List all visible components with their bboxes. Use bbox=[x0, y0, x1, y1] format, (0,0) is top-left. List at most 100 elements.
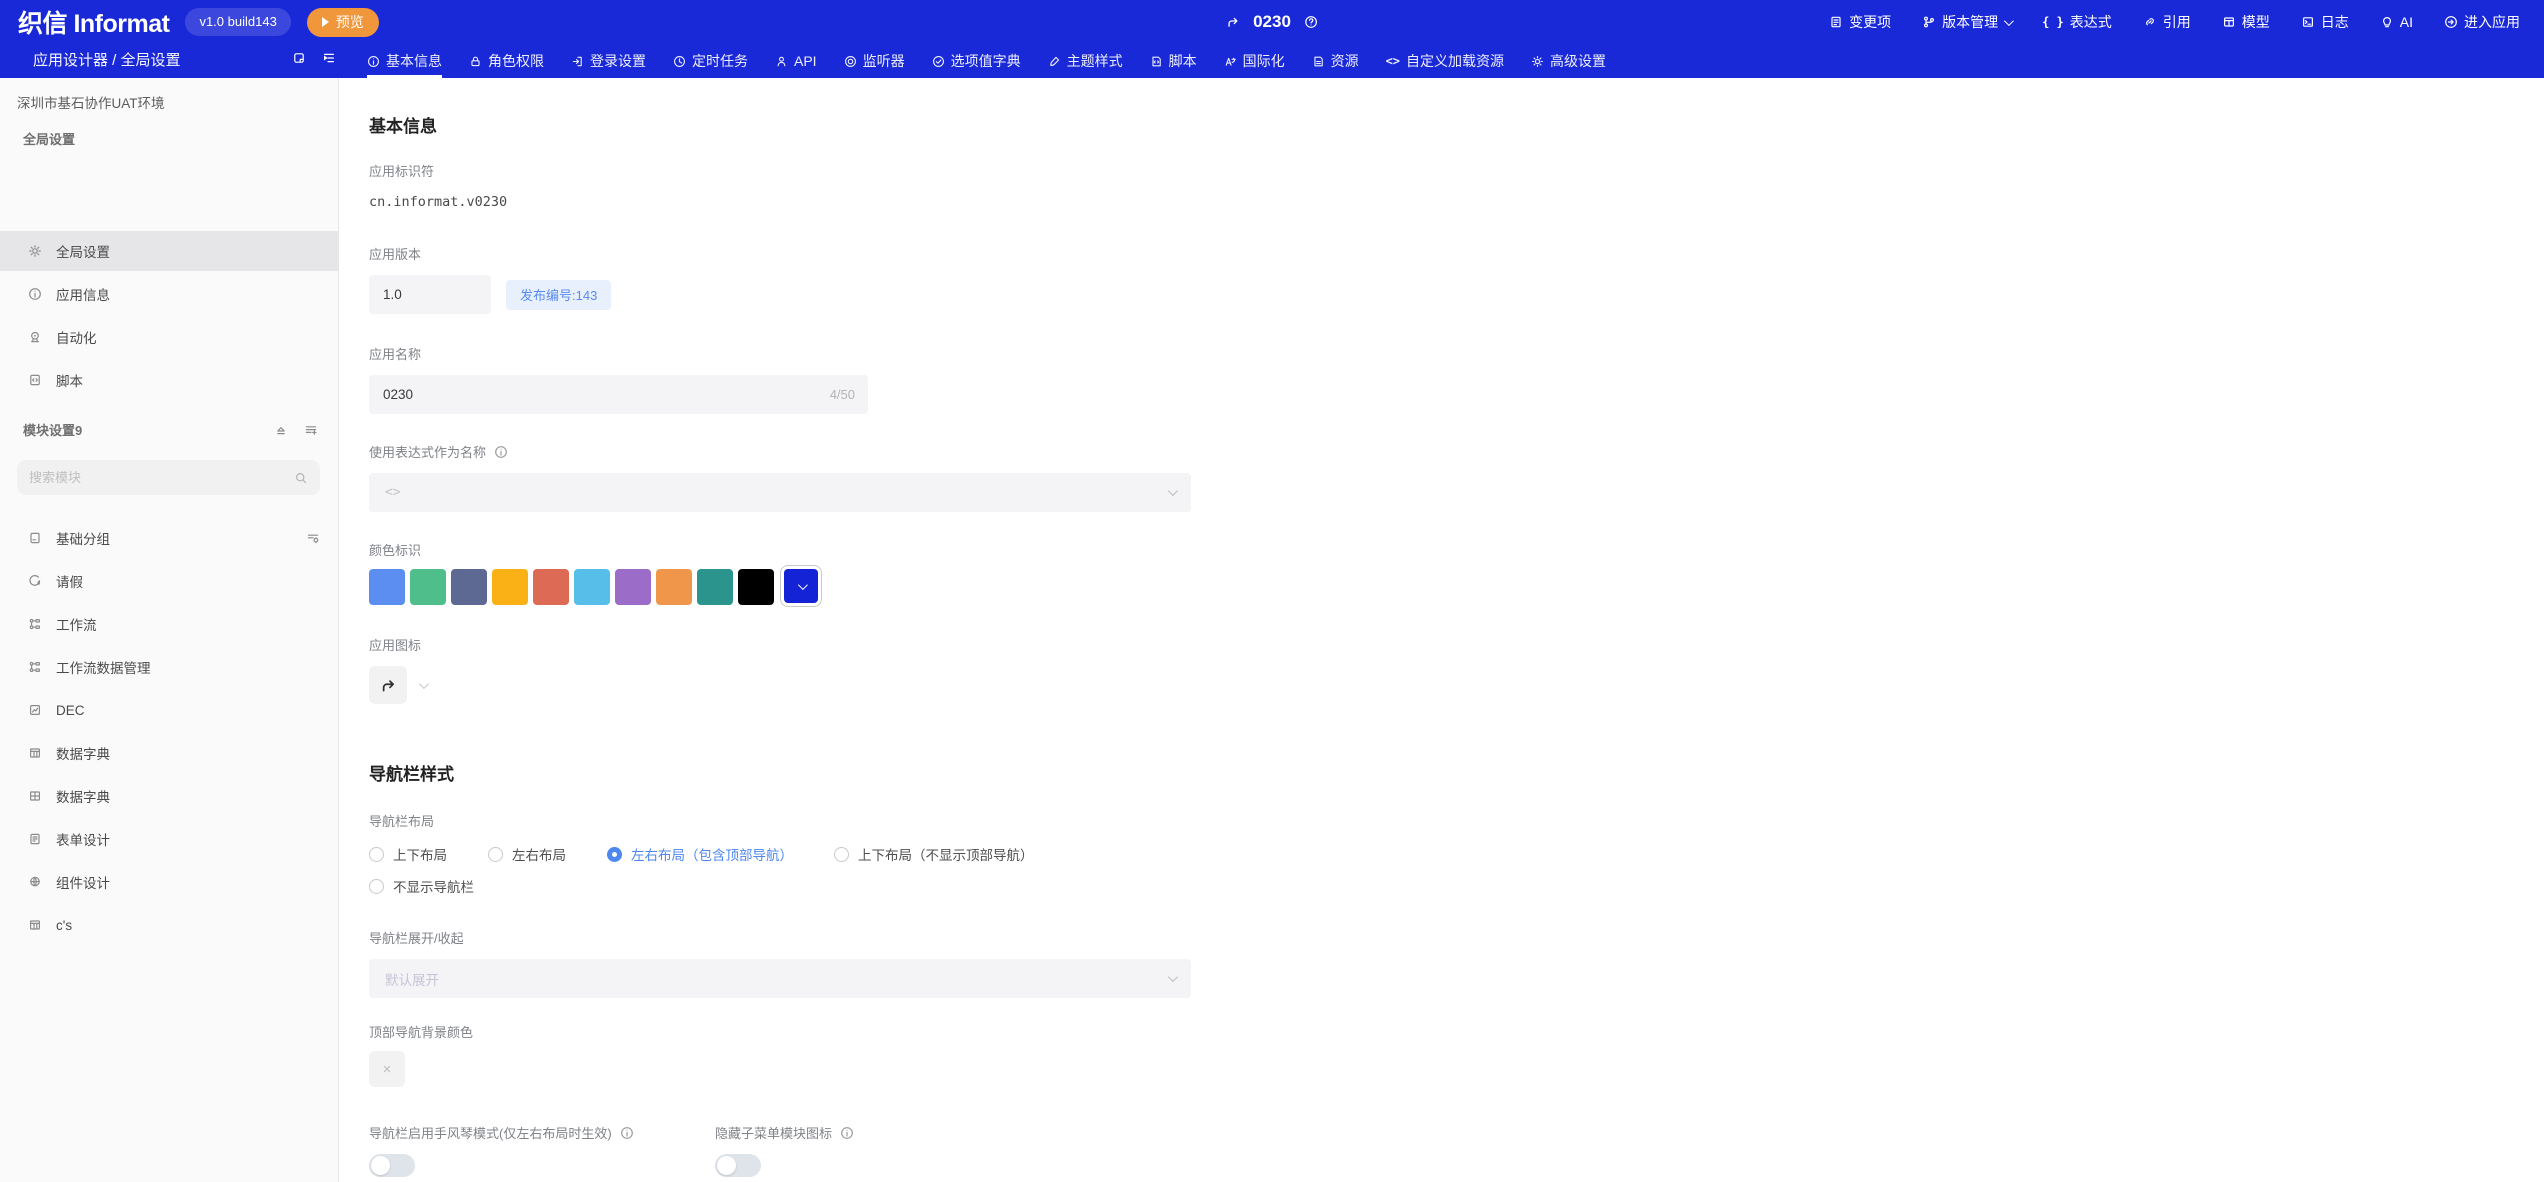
eject-icon[interactable] bbox=[274, 423, 288, 437]
tab-script[interactable]: 脚本 bbox=[1150, 44, 1197, 78]
radio-no-navbar[interactable]: 不显示导航栏 bbox=[369, 876, 474, 896]
sidebar-module-cs[interactable]: c's bbox=[0, 905, 338, 945]
check-circle-icon bbox=[932, 55, 945, 68]
app-id-label: 应用标识符 bbox=[369, 161, 2544, 180]
sidebar: 深圳市基石协作UAT环境 全局设置 全局设置 应用信息 自动化 脚本 模块设置9 bbox=[0, 78, 339, 1182]
info-icon[interactable] bbox=[840, 1126, 854, 1140]
breadcrumb: 应用设计器 / 全局设置 bbox=[33, 49, 181, 70]
radio-icon bbox=[369, 847, 384, 862]
note-icon[interactable] bbox=[292, 51, 306, 65]
color-swatch[interactable] bbox=[697, 569, 733, 605]
table-icon bbox=[28, 746, 42, 760]
expression-name-select[interactable]: <> bbox=[369, 473, 1191, 512]
script-icon bbox=[1150, 55, 1163, 68]
sidebar-module-component-design[interactable]: 组件设计 bbox=[0, 862, 338, 902]
sidebar-item-global-settings[interactable]: 全局设置 bbox=[0, 231, 338, 271]
sidebar-module-form-design[interactable]: 表单设计 bbox=[0, 819, 338, 859]
tab-option-dictionary[interactable]: 选项值字典 bbox=[932, 44, 1021, 78]
release-number-badge[interactable]: 发布编号:143 bbox=[506, 280, 611, 310]
chevron-down-icon[interactable] bbox=[419, 679, 429, 689]
sidebar-module-data-dict-2[interactable]: 数据字典 bbox=[0, 776, 338, 816]
tab-theme-styles[interactable]: 主题样式 bbox=[1048, 44, 1123, 78]
menu-ai[interactable]: AI bbox=[2380, 14, 2413, 30]
tab-resources[interactable]: 资源 bbox=[1312, 44, 1359, 78]
info-icon bbox=[28, 287, 42, 301]
sidebar-module-workflow[interactable]: 工作流 bbox=[0, 604, 338, 644]
document-icon bbox=[28, 531, 42, 545]
outline-list-icon[interactable] bbox=[322, 51, 336, 65]
brush-icon bbox=[1048, 55, 1061, 68]
toggle-knob bbox=[371, 1156, 390, 1175]
tab-login-settings[interactable]: 登录设置 bbox=[571, 44, 646, 78]
color-swatch[interactable] bbox=[410, 569, 446, 605]
sidebar-module-leave[interactable]: 请假 bbox=[0, 561, 338, 601]
gear-icon bbox=[1531, 55, 1544, 68]
color-swatch[interactable] bbox=[492, 569, 528, 605]
tab-custom-load-resources[interactable]: <> 自定义加载资源 bbox=[1386, 44, 1504, 78]
color-swatch[interactable] bbox=[369, 569, 405, 605]
preview-button[interactable]: 预览 bbox=[307, 8, 379, 37]
radio-top-bottom-no-top-nav[interactable]: 上下布局（不显示顶部导航） bbox=[834, 844, 1034, 864]
color-swatch[interactable] bbox=[533, 569, 569, 605]
radio-left-right-with-top-nav[interactable]: 左右布局（包含顶部导航） bbox=[607, 844, 793, 864]
person-icon bbox=[775, 55, 788, 68]
color-swatch-selected[interactable] bbox=[784, 569, 818, 603]
sidebar-module-workflow-data[interactable]: 工作流数据管理 bbox=[0, 647, 338, 687]
close-icon: × bbox=[383, 1061, 392, 1078]
tab-listeners[interactable]: 监听器 bbox=[844, 44, 905, 78]
menu-enter-app[interactable]: 进入应用 bbox=[2444, 12, 2520, 32]
group-settings-icon[interactable] bbox=[306, 531, 320, 545]
tab-advanced-settings[interactable]: 高级设置 bbox=[1531, 44, 1606, 78]
sidebar-item-app-info[interactable]: 应用信息 bbox=[0, 274, 338, 314]
help-icon[interactable] bbox=[1304, 15, 1318, 29]
nav-expand-select[interactable]: 默认展开 bbox=[369, 959, 1191, 998]
chevron-down-icon bbox=[1168, 972, 1178, 982]
app-name-input[interactable] bbox=[369, 375, 868, 414]
color-swatch[interactable] bbox=[574, 569, 610, 605]
radio-left-right[interactable]: 左右布局 bbox=[488, 844, 566, 864]
tab-i18n[interactable]: 国际化 bbox=[1224, 44, 1285, 78]
code-icon: <> bbox=[1386, 55, 1400, 67]
char-counter: 4/50 bbox=[830, 375, 855, 414]
sidebar-module-data-dict-1[interactable]: 数据字典 bbox=[0, 733, 338, 773]
clear-color-button[interactable]: × bbox=[369, 1051, 405, 1087]
menu-model[interactable]: 模型 bbox=[2222, 12, 2270, 32]
color-swatch[interactable] bbox=[738, 569, 774, 605]
module-section-title: 模块设置9 bbox=[23, 420, 274, 439]
tab-api[interactable]: API bbox=[775, 44, 817, 78]
lock-icon bbox=[469, 55, 482, 68]
sidebar-module-basic-group[interactable]: 基础分组 bbox=[0, 518, 338, 558]
environment-name: 深圳市基石协作UAT环境 bbox=[17, 92, 165, 112]
info-icon[interactable] bbox=[620, 1126, 634, 1140]
menu-reference[interactable]: 引用 bbox=[2143, 12, 2191, 32]
menu-log[interactable]: 日志 bbox=[2301, 12, 2349, 32]
color-swatch[interactable] bbox=[451, 569, 487, 605]
sidebar-item-script[interactable]: 脚本 bbox=[0, 360, 338, 400]
hide-submenu-toggle[interactable] bbox=[715, 1154, 761, 1177]
menu-version-management[interactable]: 版本管理 bbox=[1922, 12, 2011, 32]
module-search-input[interactable] bbox=[29, 470, 294, 485]
tab-role-permissions[interactable]: 角色权限 bbox=[469, 44, 544, 78]
nav-layout-label: 导航栏布局 bbox=[369, 811, 2544, 830]
accordion-toggle[interactable] bbox=[369, 1154, 415, 1177]
page-icon bbox=[1312, 55, 1325, 68]
app-name-label: 应用名称 bbox=[369, 344, 2544, 363]
menu-expression[interactable]: { } 表达式 bbox=[2042, 12, 2112, 32]
tab-scheduled-tasks[interactable]: 定时任务 bbox=[673, 44, 748, 78]
share-arrow-icon[interactable] bbox=[1226, 15, 1240, 29]
tab-basic-info[interactable]: 基本信息 bbox=[367, 44, 442, 78]
color-swatch[interactable] bbox=[615, 569, 651, 605]
radio-icon bbox=[607, 847, 622, 862]
sidebar-item-automation[interactable]: 自动化 bbox=[0, 317, 338, 357]
app-version-input[interactable] bbox=[369, 275, 491, 314]
sidebar-module-dec[interactable]: DEC bbox=[0, 690, 338, 730]
app-icon-button[interactable] bbox=[369, 666, 407, 704]
radio-icon bbox=[488, 847, 503, 862]
top-nav-bg-label: 顶部导航背景颜色 bbox=[369, 1022, 2544, 1041]
table-icon bbox=[28, 918, 42, 932]
info-icon[interactable] bbox=[494, 445, 508, 459]
color-swatch[interactable] bbox=[656, 569, 692, 605]
add-module-icon[interactable] bbox=[304, 423, 318, 437]
menu-changes[interactable]: 变更项 bbox=[1829, 12, 1891, 32]
radio-top-bottom[interactable]: 上下布局 bbox=[369, 844, 447, 864]
